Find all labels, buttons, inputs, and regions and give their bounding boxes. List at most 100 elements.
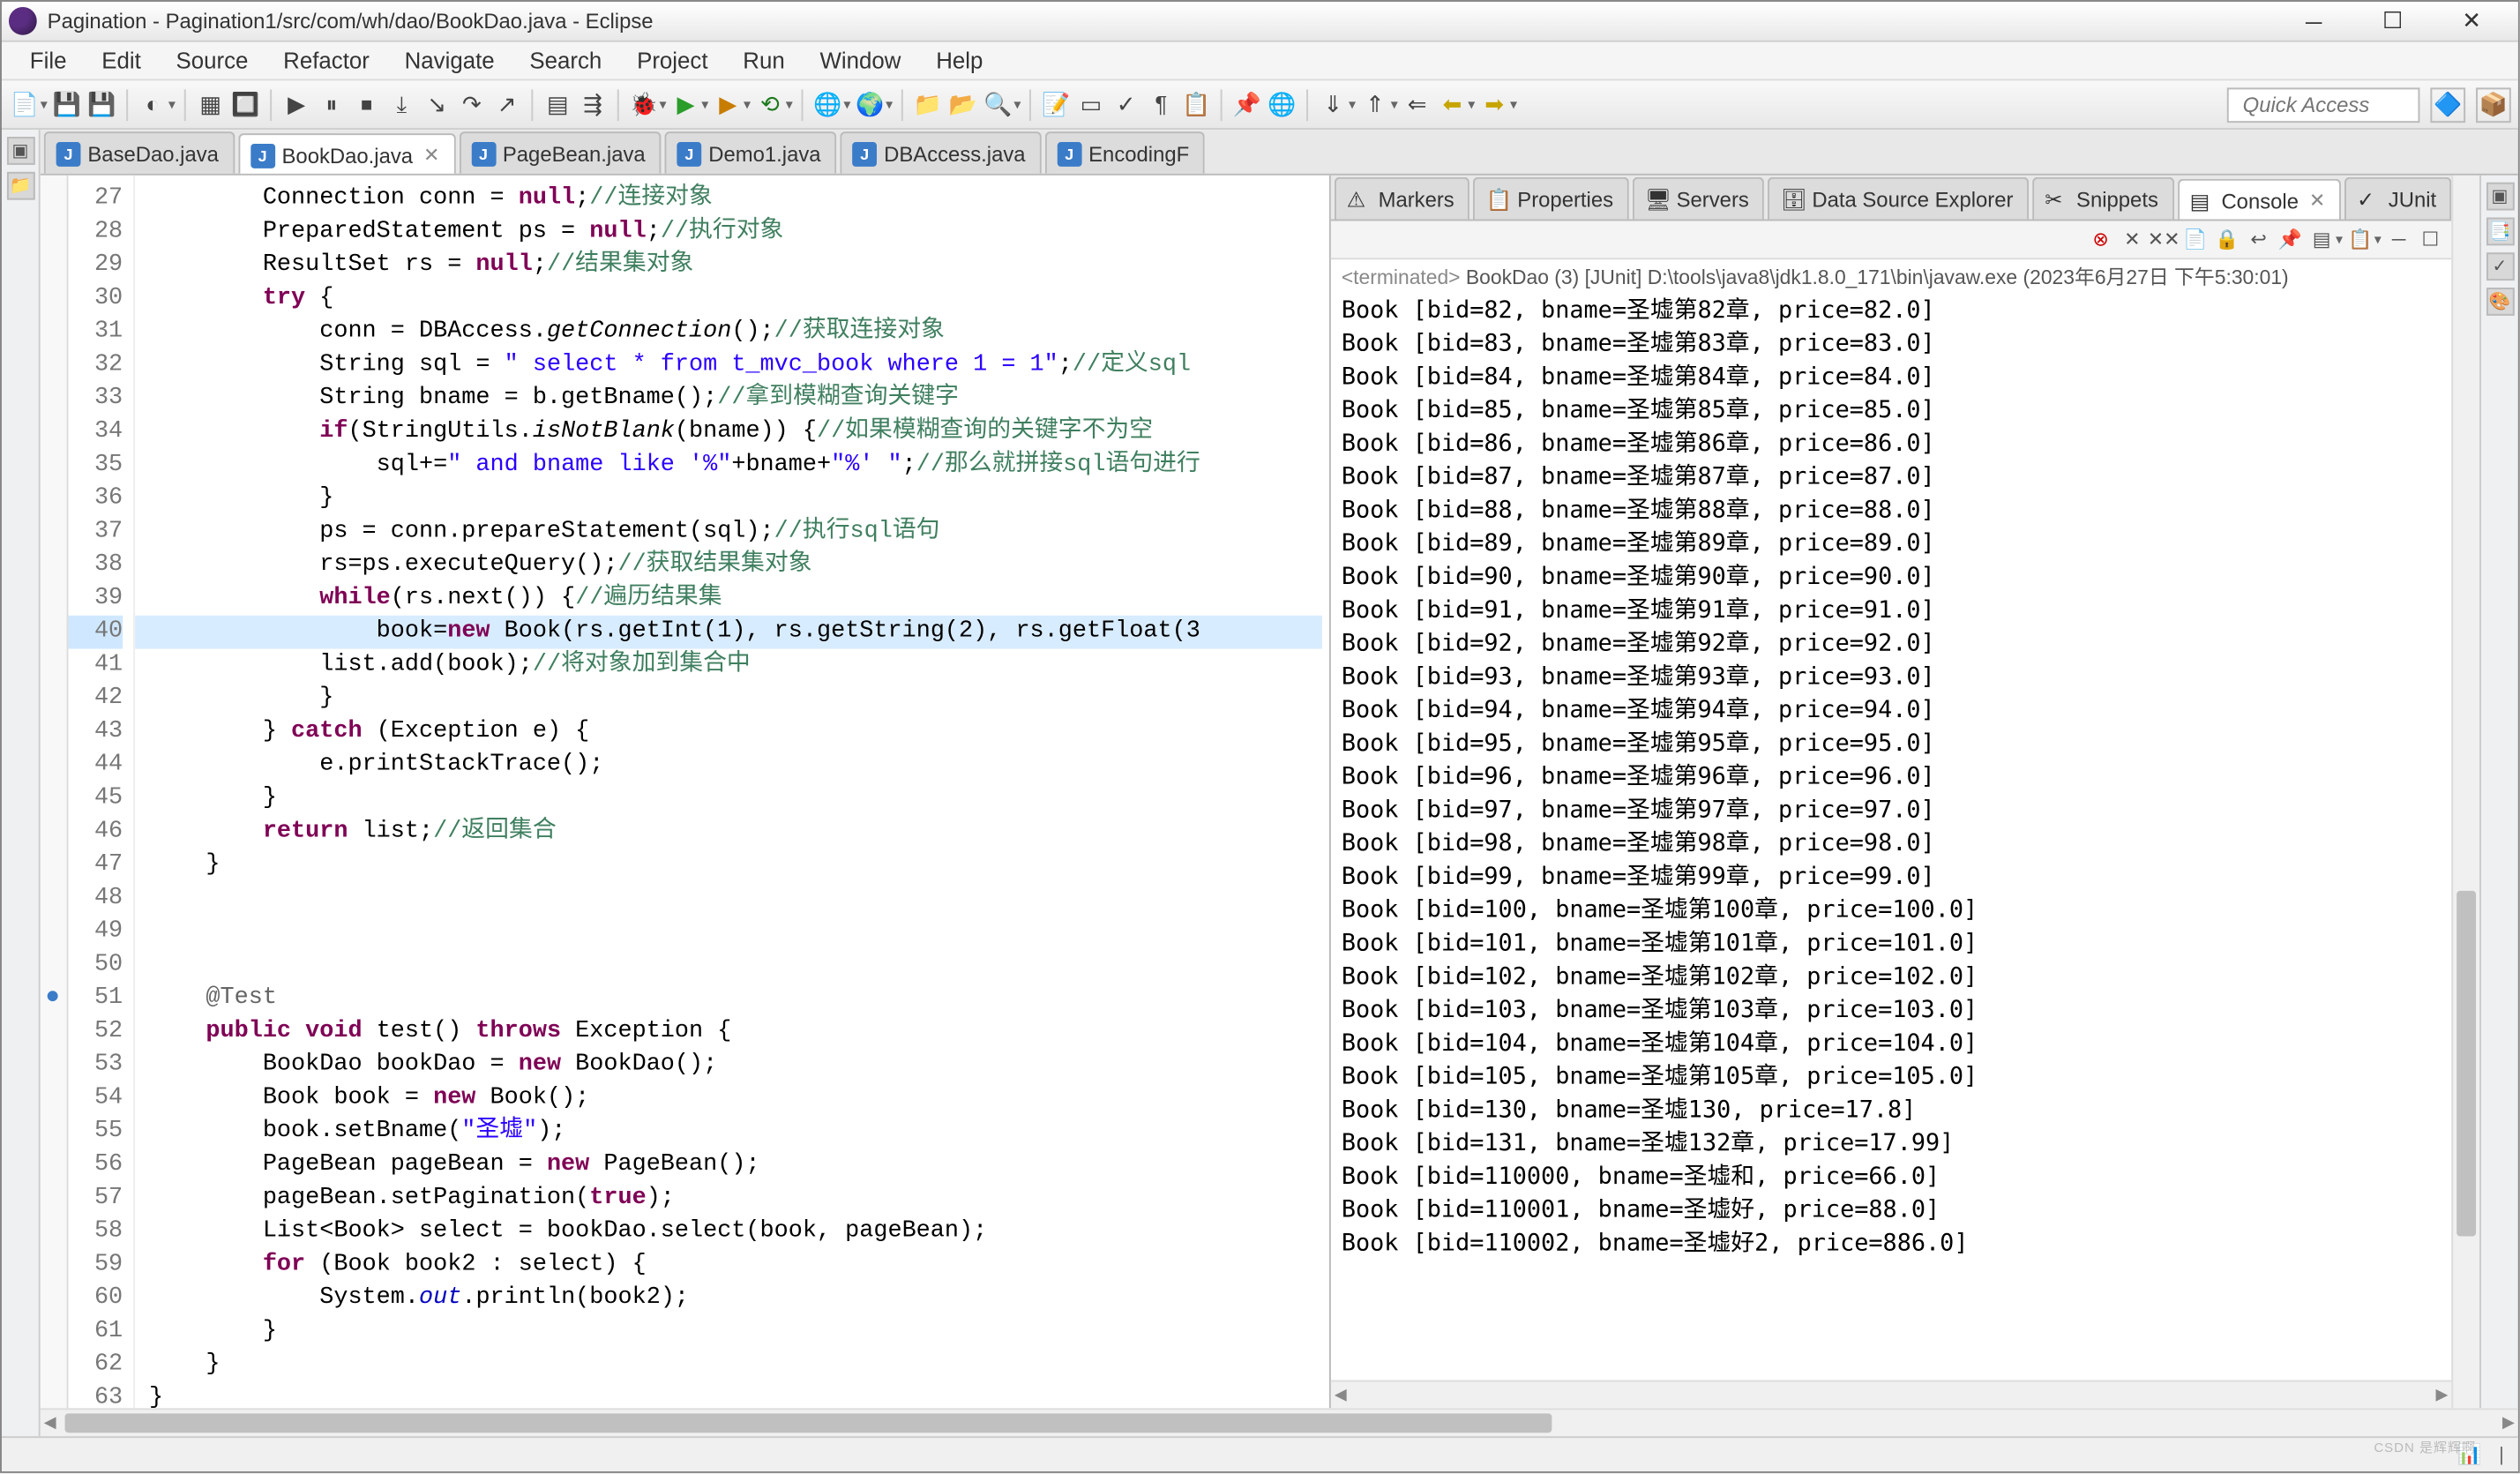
save-icon[interactable]: 💾 [51, 88, 83, 120]
step-into-icon[interactable]: ↘ [421, 88, 452, 120]
servers-icon: 🖥 [1645, 187, 1670, 212]
step-over-icon[interactable]: ↷ [456, 88, 488, 120]
tab-label: JUnit [2389, 187, 2436, 212]
max-view-icon[interactable]: ☐ [2416, 225, 2444, 253]
heap-status-icon[interactable]: 📊 [2457, 1443, 2481, 1466]
new-server-icon[interactable]: 🌐 [812, 88, 844, 120]
task-list-icon[interactable]: ✓ [2486, 252, 2514, 281]
scroll-lock-icon[interactable]: 🔒 [2213, 225, 2241, 253]
open-type-icon[interactable]: 📁 [912, 88, 944, 120]
show-source-icon[interactable]: 📋 [1180, 88, 1212, 120]
menu-project[interactable]: Project [619, 44, 725, 78]
outline-icon[interactable]: 📑 [2486, 218, 2514, 246]
close-tab-icon[interactable]: ✕ [2309, 190, 2325, 213]
new-icon[interactable]: 📄 [9, 88, 41, 120]
back-icon[interactable]: ⬅ [1437, 88, 1469, 120]
menu-file[interactable]: File [12, 44, 84, 78]
project-explorer-icon[interactable]: 📁 [6, 172, 34, 200]
new-web-icon[interactable]: 🌍 [854, 88, 886, 120]
toggle-breadcrumb-icon[interactable]: ◐ [137, 88, 168, 120]
menu-run[interactable]: Run [725, 44, 802, 78]
pin-icon[interactable]: 📌 [1231, 88, 1263, 120]
menu-edit[interactable]: Edit [84, 44, 158, 78]
open-task-icon[interactable]: 📂 [947, 88, 979, 120]
pin-console-icon[interactable]: 📌 [2276, 225, 2304, 253]
right-gutter: ▣ 📑 ✓ 🎨 [2479, 176, 2518, 1409]
editor-tab[interactable]: JDemo1.java [665, 131, 837, 174]
view-tab-markers[interactable]: ⚠Markers [1335, 177, 1470, 220]
console-vscrollbar[interactable] [2451, 176, 2479, 1409]
view-tabstrip: ⚠Markers📋Properties🖥Servers🗄Data Source … [1331, 176, 2451, 221]
terminate-all-icon[interactable]: ⊗ [2087, 225, 2115, 253]
perspective-java-ee-icon[interactable]: 🔷 [2430, 86, 2465, 122]
marker-ruler [41, 176, 69, 1409]
palette-icon[interactable]: 🎨 [2486, 288, 2514, 316]
terminate-icon[interactable]: ⏹ [351, 88, 383, 120]
restore-view-icon[interactable]: ▣ [6, 137, 34, 165]
code-editor[interactable]: 2728293031323334353637383940414243444546… [41, 176, 1329, 1409]
suspend-icon[interactable]: ⏸ [316, 88, 348, 120]
editor-tab[interactable]: JPageBean.java [459, 131, 661, 174]
view-tab-properties[interactable]: 📋Properties [1474, 177, 1629, 220]
disconnect-icon[interactable]: ⤓ [385, 88, 417, 120]
view-tab-junit[interactable]: ✓JUnit [2344, 177, 2451, 220]
menu-search[interactable]: Search [512, 44, 620, 78]
view-tab-data-source-explorer[interactable]: 🗄Data Source Explorer [1768, 177, 2030, 220]
save-all-icon[interactable]: 💾 [86, 88, 117, 120]
last-edit-icon[interactable]: ⇐ [1402, 88, 1433, 120]
close-tab-icon[interactable]: ✕ [423, 144, 439, 167]
word-wrap-icon[interactable]: ↩ [2245, 225, 2273, 253]
display-console-icon[interactable]: ▤ [2307, 225, 2336, 253]
skip-breakpoints-icon[interactable]: ▦ [195, 88, 227, 120]
remove-all-icon[interactable]: ✕✕ [2150, 225, 2178, 253]
menu-navigate[interactable]: Navigate [387, 44, 512, 78]
mark-icon[interactable]: ✓ [1110, 88, 1142, 120]
run-last-icon[interactable]: ⟲ [754, 88, 786, 120]
console-output[interactable]: Book [bid=82, bname=圣墟第82章, price=82.0] … [1331, 295, 2451, 1380]
resume-icon[interactable]: ▶ [280, 88, 312, 120]
next-ann-icon[interactable]: ⇓ [1317, 88, 1349, 120]
web-browser-icon[interactable]: 🌐 [1267, 88, 1298, 120]
menu-refactor[interactable]: Refactor [265, 44, 386, 78]
quick-access-input[interactable] [2227, 86, 2420, 122]
maximize-button[interactable]: ☐ [2353, 2, 2432, 41]
editor-tab[interactable]: JBaseDao.java [44, 131, 235, 174]
forward-icon[interactable]: ➡ [1478, 88, 1510, 120]
view-tab-console[interactable]: ▤Console✕ [2178, 179, 2341, 221]
menu-source[interactable]: Source [159, 44, 266, 78]
toggle-icon[interactable]: 🔲 [229, 88, 261, 120]
editor-tab[interactable]: JDBAccess.java [840, 131, 1041, 174]
window-title: Pagination - Pagination1/src/com/wh/dao/… [48, 9, 2275, 34]
show-ws-icon[interactable]: ¶ [1145, 88, 1177, 120]
search-icon[interactable]: 🔍 [983, 88, 1014, 120]
editor-hscrollbar[interactable]: ◀ ▶ [41, 1408, 2518, 1436]
step-filter-icon[interactable]: ⇶ [577, 88, 609, 120]
editor-tab[interactable]: JEncodingF [1044, 131, 1205, 174]
debug-icon[interactable]: 🐞 [628, 88, 660, 120]
tab-label: Snippets [2076, 187, 2158, 212]
annotation-icon[interactable]: 📝 [1040, 88, 1072, 120]
clear-console-icon[interactable]: 📄 [2181, 225, 2210, 253]
run-icon[interactable]: ▶ [670, 88, 702, 120]
menu-window[interactable]: Window [803, 44, 919, 78]
view-tab-snippets[interactable]: ✂Snippets [2032, 177, 2173, 220]
editor-tab[interactable]: JBookDao.java✕ [238, 133, 455, 176]
remove-launch-icon[interactable]: ✕ [2118, 225, 2146, 253]
block-icon[interactable]: ▭ [1075, 88, 1107, 120]
drop-frame-icon[interactable]: ▤ [542, 88, 573, 120]
menu-help[interactable]: Help [918, 44, 1000, 78]
tab-label: DBAccess.java [884, 141, 1025, 166]
code-area[interactable]: Connection conn = null;//连接对象 PreparedSt… [135, 176, 1329, 1409]
prev-ann-icon[interactable]: ⇑ [1359, 88, 1391, 120]
perspective-java-icon[interactable]: 📦 [2476, 86, 2511, 122]
java-file-icon: J [471, 141, 496, 166]
view-tab-servers[interactable]: 🖥Servers [1633, 177, 1765, 220]
close-button[interactable]: ✕ [2432, 2, 2510, 41]
console-hscrollbar[interactable]: ◀ ▶ [1331, 1380, 2451, 1409]
min-view-icon[interactable]: ─ [2385, 225, 2413, 253]
step-return-icon[interactable]: ↗ [491, 88, 523, 120]
minimize-button[interactable]: ─ [2274, 2, 2352, 41]
restore-right-icon[interactable]: ▣ [2486, 183, 2514, 211]
open-console-icon[interactable]: 📋 [2346, 225, 2374, 253]
coverage-icon[interactable]: ▶ [712, 88, 744, 120]
